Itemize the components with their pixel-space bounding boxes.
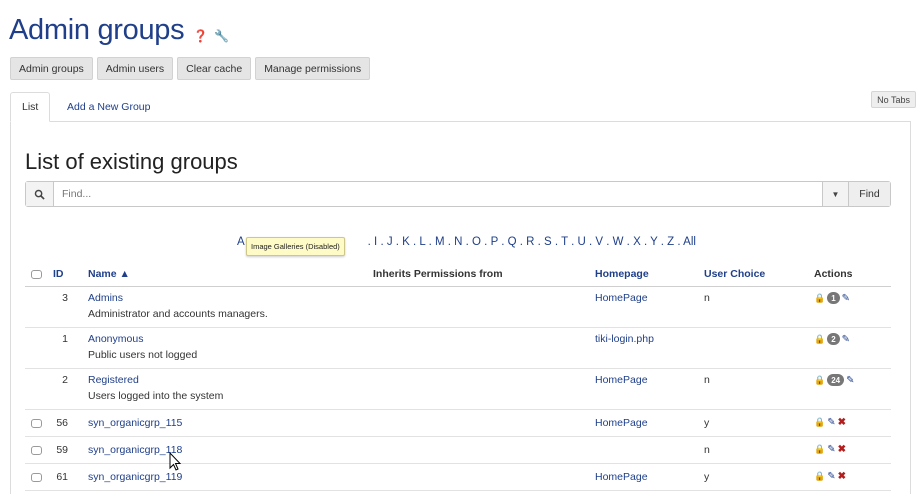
search-bar: ▼ Find [25,181,891,207]
group-name-link[interactable]: syn_organicgrp_119 [88,471,182,483]
manage-permissions-button[interactable]: Manage permissions [255,57,371,80]
col-name[interactable]: Name ▲ [88,268,130,280]
member-count-badge[interactable]: 24 [827,374,845,386]
admin-toolbar: Admin groups Admin users Clear cache Man… [10,57,371,80]
edit-icon[interactable]: ✎ [827,417,835,428]
list-heading: List of existing groups [25,149,238,174]
table-row: 61 syn_organicgrp_119 HomePage y 🔒 ✎ ✖ [25,464,891,491]
clear-cache-button[interactable]: Clear cache [177,57,252,80]
row-actions: 🔒 ✎ ✖ [814,444,846,455]
admin-groups-button[interactable]: Admin groups [10,57,93,80]
row-actions: 🔒 ✎ ✖ [814,417,846,428]
delete-icon[interactable]: ✖ [838,471,846,482]
member-count-badge[interactable]: 1 [827,292,840,304]
help-icon[interactable]: ❓ [193,30,208,42]
lock-icon[interactable]: 🔒 [814,444,825,455]
col-id[interactable]: ID [53,268,71,280]
edit-icon[interactable]: ✎ [827,471,835,482]
group-description: Public users not logged [88,349,198,361]
row-id: 1 [62,333,68,345]
table-header: ID Name ▲ Inherits Permissions from Home… [25,263,891,287]
lock-icon[interactable]: 🔒 [814,293,825,304]
group-description: Administrator and accounts managers. [88,308,268,320]
tabs-bar: List Add a New Group [10,92,911,122]
member-count-badge[interactable]: 2 [827,333,840,345]
homepage-link[interactable]: HomePage [595,417,648,429]
homepage-link[interactable]: HomePage [595,292,648,304]
sort-asc-icon: ▲ [119,268,130,280]
delete-icon[interactable]: ✖ [838,444,846,455]
search-icon [26,182,54,206]
table-row: 2 Registered Users logged into the syste… [25,369,891,410]
tooltip: Image Galleries (Disabled) [246,237,345,256]
homepage-link[interactable]: HomePage [595,471,648,483]
group-name-link[interactable]: Registered [88,374,139,386]
row-checkbox[interactable] [31,419,42,428]
user-choice: n [704,374,710,386]
wrench-icon[interactable]: 🔧 [214,30,229,42]
tab-add-new-group[interactable]: Add a New Group [56,92,161,122]
edit-icon[interactable]: ✎ [842,334,850,345]
homepage-link[interactable]: HomePage [595,374,648,386]
group-description: Users logged into the system [88,390,224,402]
caret-down-icon: ▼ [831,189,840,199]
user-choice: n [704,444,710,456]
mouse-cursor-icon [169,452,182,471]
homepage-link[interactable]: tiki-login.php [595,333,654,345]
groups-table: ID Name ▲ Inherits Permissions from Home… [25,263,891,491]
row-actions: 🔒 24 ✎ [814,374,855,386]
alpha-letters[interactable]: . I . J . K . L . M . N . O . P . Q . R … [368,236,696,248]
search-input[interactable] [54,182,822,206]
admin-users-button[interactable]: Admin users [96,57,174,80]
lock-icon[interactable]: 🔒 [814,417,825,428]
edit-icon[interactable]: ✎ [846,375,854,386]
row-id: 56 [56,417,68,429]
row-actions: 🔒 1 ✎ [814,292,850,304]
user-choice: n [704,292,710,304]
table-row: 59 syn_organicgrp_118 n 🔒 ✎ ✖ [25,437,891,464]
edit-icon[interactable]: ✎ [827,444,835,455]
page-title: Admin groups [9,14,185,46]
alpha-letter-a[interactable]: A [237,236,245,248]
col-actions: Actions [814,268,853,280]
col-user-choice[interactable]: User Choice [704,268,765,280]
tab-list[interactable]: List [10,92,51,122]
row-checkbox[interactable] [31,473,42,482]
table-row: 1 Anonymous Public users not logged tiki… [25,328,891,369]
table-row: 56 syn_organicgrp_115 HomePage y 🔒 ✎ ✖ [25,410,891,437]
group-name-link[interactable]: Admins [88,292,123,304]
col-inherits: Inherits Permissions from [373,268,503,280]
find-button[interactable]: Find [848,182,890,206]
select-all-checkbox[interactable] [31,270,42,279]
delete-icon[interactable]: ✖ [838,417,846,428]
title-icons: ❓ 🔧 [193,30,229,42]
row-id: 2 [62,374,68,386]
edit-icon[interactable]: ✎ [842,293,850,304]
user-choice: y [704,471,710,483]
row-actions: 🔒 ✎ ✖ [814,471,846,482]
lock-icon[interactable]: 🔒 [814,334,825,345]
search-dropdown[interactable]: ▼ [822,182,848,206]
lock-icon[interactable]: 🔒 [814,375,825,386]
row-id: 61 [56,471,68,483]
row-id: 3 [62,292,68,304]
row-checkbox[interactable] [31,446,42,455]
row-id: 59 [56,444,68,456]
user-choice: y [704,417,710,429]
group-name-link[interactable]: syn_organicgrp_115 [88,417,182,429]
table-row: 3 Admins Administrator and accounts mana… [25,287,891,328]
no-tabs-button[interactable]: No Tabs [871,91,916,108]
col-homepage[interactable]: Homepage [595,268,649,280]
row-actions: 🔒 2 ✎ [814,333,850,345]
group-name-link[interactable]: Anonymous [88,333,143,345]
lock-icon[interactable]: 🔒 [814,471,825,482]
